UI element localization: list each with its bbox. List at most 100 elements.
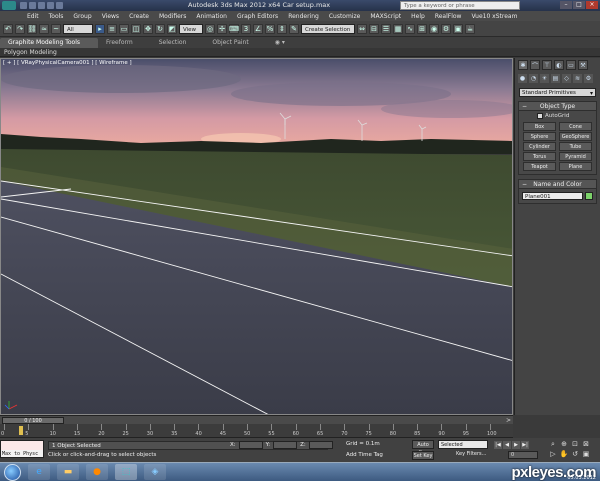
go-to-start-icon[interactable]: |◀ <box>494 441 502 449</box>
photoshop-icon[interactable]: ◈ <box>144 464 166 480</box>
space-warps-icon[interactable]: ≋ <box>573 74 582 83</box>
start-button[interactable] <box>4 463 21 481</box>
primitive-type-dropdown[interactable]: Standard Primitives <box>519 88 596 98</box>
zoom-icon[interactable]: ⌕ <box>548 440 558 449</box>
internet-explorer-icon[interactable]: e <box>28 464 50 480</box>
redo-tool-icon[interactable]: ↷ <box>15 23 25 34</box>
percent-snap-icon[interactable]: % <box>265 23 275 34</box>
firefox-icon[interactable]: ● <box>86 464 108 480</box>
cone-button[interactable]: Cone <box>559 122 592 131</box>
rendered-frame-icon[interactable]: ▣ <box>453 23 463 34</box>
window-crossing-icon[interactable]: ◫ <box>131 23 141 34</box>
spinner-snap-icon[interactable]: ⇕ <box>277 23 287 34</box>
name-and-color-header[interactable]: Name and Color <box>519 180 596 189</box>
layer-manager-icon[interactable]: ☰ <box>381 23 391 34</box>
select-object-icon[interactable]: ▸ <box>95 23 105 34</box>
menu-edit[interactable]: Edit <box>22 13 44 20</box>
pan-icon[interactable]: ✋ <box>559 450 569 459</box>
plane-button[interactable]: Plane <box>559 162 592 171</box>
rotate-icon[interactable]: ↻ <box>155 23 165 34</box>
maxscript-input-text[interactable]: Max to Physc <box>2 451 38 457</box>
add-time-tag[interactable]: Add Time Tag <box>346 452 383 458</box>
menu-realflow[interactable]: RealFlow <box>430 13 467 20</box>
teapot-button[interactable]: Teapot <box>523 162 556 171</box>
modify-tab-icon[interactable]: ⌒ <box>530 60 540 70</box>
pyramid-button[interactable]: Pyramid <box>559 152 592 161</box>
set-key-button[interactable]: Set Key <box>412 451 434 460</box>
maximize-icon[interactable]: □ <box>573 1 585 9</box>
tab-freeform[interactable]: Freeform <box>98 39 151 46</box>
utilities-tab-icon[interactable]: ⚒ <box>578 60 588 70</box>
tube-button[interactable]: Tube <box>559 142 592 151</box>
cylinder-button[interactable]: Cylinder <box>523 142 556 151</box>
key-mode-dropdown[interactable]: Selected <box>438 440 488 449</box>
box-button[interactable]: Box <box>523 122 556 131</box>
keyboard-shortcut-icon[interactable]: ⌨ <box>229 23 239 34</box>
helpers-icon[interactable]: ◇ <box>562 74 571 83</box>
zoom-all-icon[interactable]: ⊕ <box>559 440 569 449</box>
material-editor-icon[interactable]: ◉ <box>429 23 439 34</box>
menu-tools[interactable]: Tools <box>44 13 69 20</box>
zoom-extents-all-icon[interactable]: ⊠ <box>581 440 591 449</box>
y-coord-field[interactable] <box>273 441 298 449</box>
orbit-icon[interactable]: ↺ <box>570 450 580 459</box>
prev-frame-icon[interactable]: ◀ <box>503 441 511 449</box>
hierarchy-tab-icon[interactable]: ⊤ <box>542 60 552 70</box>
explorer-folder-icon[interactable]: ▬ <box>57 464 79 480</box>
time-slider[interactable]: 0 / 100 > <box>0 415 513 424</box>
tab-object-paint[interactable]: Object Paint <box>204 39 266 46</box>
z-coord-field[interactable] <box>308 441 333 449</box>
menu-animation[interactable]: Animation <box>191 13 232 20</box>
minimize-icon[interactable]: – <box>560 1 572 9</box>
camera-viewport[interactable]: [ + ] [ VRayPhysicalCamera001 ] [ Wirefr… <box>0 58 513 415</box>
torus-button[interactable]: Torus <box>523 152 556 161</box>
auto-key-button[interactable]: Auto Key <box>412 440 434 456</box>
menu-group[interactable]: Group <box>68 13 96 20</box>
menu-customize[interactable]: Customize <box>324 13 366 20</box>
object-color-swatch[interactable] <box>585 192 593 200</box>
open-file-icon[interactable] <box>29 2 36 9</box>
keyframe-marker[interactable] <box>19 426 23 435</box>
render-setup-icon[interactable]: ⚙ <box>441 23 451 34</box>
schematic-view-icon[interactable]: ⊞ <box>417 23 427 34</box>
field-of-view-icon[interactable]: ▷ <box>548 450 558 459</box>
scale-icon[interactable]: ◩ <box>167 23 177 34</box>
unlink-icon[interactable]: ≈ <box>39 23 49 34</box>
autogrid-checkbox[interactable] <box>537 113 543 119</box>
shapes-icon[interactable]: ◔ <box>529 74 538 83</box>
display-tab-icon[interactable]: ▭ <box>566 60 576 70</box>
time-slider-thumb[interactable]: 0 / 100 <box>2 417 64 424</box>
undo-tool-icon[interactable]: ↶ <box>3 23 13 34</box>
undo-icon[interactable] <box>47 2 54 9</box>
mirror-icon[interactable]: ⇔ <box>357 23 367 34</box>
selection-filter-dropdown[interactable]: All <box>63 23 93 34</box>
menu-rendering[interactable]: Rendering <box>283 13 324 20</box>
cameras-icon[interactable]: ▤ <box>551 74 560 83</box>
next-frame-icon[interactable]: > <box>506 417 511 424</box>
app-logo-icon[interactable] <box>2 1 16 10</box>
3ds-max-taskbar-icon[interactable]: ⬚ <box>115 464 137 480</box>
menu-views[interactable]: Views <box>97 13 124 20</box>
curve-editor-icon[interactable]: ∿ <box>405 23 415 34</box>
zoom-extents-icon[interactable]: ⊡ <box>570 440 580 449</box>
x-coord-field[interactable] <box>238 441 263 449</box>
maximize-viewport-icon[interactable]: ▣ <box>581 450 591 459</box>
new-file-icon[interactable] <box>20 2 27 9</box>
move-icon[interactable]: ✥ <box>143 23 153 34</box>
edit-named-selection-icon[interactable]: ✎ <box>289 23 299 34</box>
reference-coord-dropdown[interactable]: View <box>179 23 203 34</box>
select-manipulate-icon[interactable]: ✢ <box>217 23 227 34</box>
bind-space-warp-icon[interactable]: ~ <box>51 23 61 34</box>
maxscript-listener[interactable]: Max to Physc <box>0 440 44 458</box>
menu-create[interactable]: Create <box>124 13 154 20</box>
select-by-name-icon[interactable]: ≡ <box>107 23 117 34</box>
motion-tab-icon[interactable]: ◐ <box>554 60 564 70</box>
lights-icon[interactable]: ☀ <box>540 74 549 83</box>
play-icon[interactable]: ▶ <box>512 441 520 449</box>
menu-help[interactable]: Help <box>406 13 430 20</box>
viewport-label[interactable]: [ + ] [ VRayPhysicalCamera001 ] [ Wirefr… <box>3 60 132 66</box>
menu-graph-editors[interactable]: Graph Editors <box>232 13 283 20</box>
render-production-icon[interactable]: ☕ <box>465 23 475 34</box>
object-name-input[interactable]: Plane001 <box>522 192 583 200</box>
save-file-icon[interactable] <box>38 2 45 9</box>
